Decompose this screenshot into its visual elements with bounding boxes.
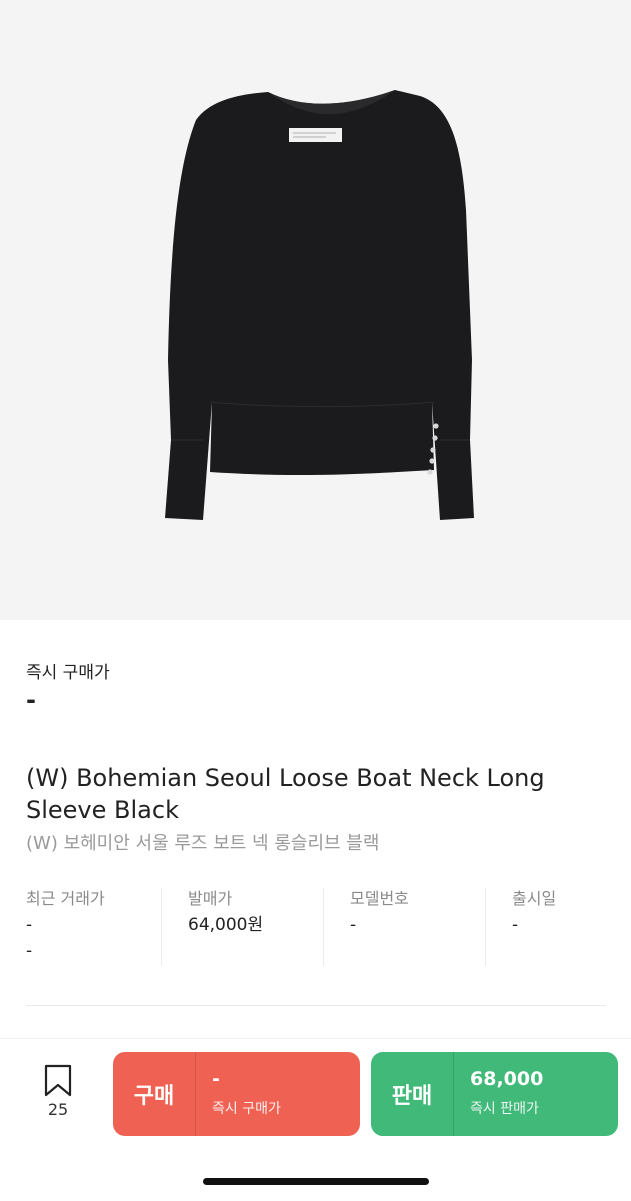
info-recent-price: 최근 거래가 - - [26, 886, 105, 968]
sell-button[interactable]: 판매 68,000 즉시 판매가 [371, 1052, 618, 1136]
bookmark-button[interactable]: 25 [34, 1064, 82, 1124]
info-label: 출시일 [512, 889, 557, 908]
buy-button-divider [195, 1052, 196, 1136]
home-indicator [203, 1178, 429, 1185]
info-divider [323, 888, 324, 966]
instant-buy-price: - [26, 686, 36, 714]
info-divider [161, 888, 162, 966]
bookmark-icon [44, 1064, 72, 1097]
section-divider [26, 1005, 606, 1006]
bookmark-count: 25 [47, 1100, 69, 1119]
info-label: 모델번호 [350, 889, 409, 908]
product-title-ko: (W) 보헤미안 서울 루즈 보트 넥 롱슬리브 블랙 [26, 833, 380, 854]
sweater-illustration [165, 90, 474, 520]
info-label: 최근 거래가 [26, 889, 105, 908]
buy-price-caption: 즉시 구매가 [212, 1101, 281, 1117]
info-value: - [26, 915, 33, 935]
sell-price: 68,000 [470, 1068, 544, 1090]
info-release-date: 출시일 - [512, 886, 556, 968]
instant-buy-label: 즉시 구매가 [26, 663, 110, 683]
info-label: 발매가 [188, 889, 233, 908]
buy-button-label: 구매 [133, 1084, 175, 1109]
info-divider [485, 888, 486, 966]
product-info-grid: 최근 거래가 - - 발매가 64,000원 모델번호 - 출시일 - [0, 886, 631, 968]
sell-button-label: 판매 [391, 1084, 433, 1109]
product-title-en: (W) Bohemian Seoul Loose Boat Neck Long … [26, 764, 545, 824]
info-value-secondary: - [26, 941, 33, 961]
product-image[interactable] [0, 0, 631, 620]
info-value: - [512, 915, 519, 935]
sell-price-caption: 즉시 판매가 [470, 1101, 539, 1117]
sell-button-divider [453, 1052, 454, 1136]
info-value: 64,000원 [188, 915, 264, 935]
info-release-price: 발매가 64,000원 [188, 886, 263, 968]
buy-button[interactable]: 구매 - 즉시 구매가 [113, 1052, 360, 1136]
buy-price: - [212, 1068, 220, 1090]
info-model-number: 모델번호 - [350, 886, 409, 968]
info-value: - [350, 915, 357, 935]
